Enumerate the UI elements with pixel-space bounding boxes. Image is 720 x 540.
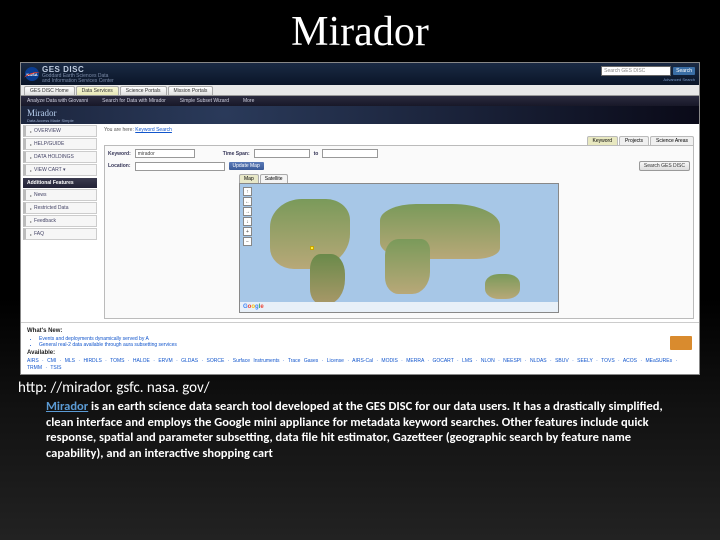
map-tab-satellite[interactable]: Satellite <box>260 174 288 183</box>
subnav-ssw[interactable]: Simple Subset Wizard <box>180 98 229 104</box>
slide-description: Mirador is an earth science data search … <box>0 399 720 462</box>
tab-projects[interactable]: Projects <box>619 136 649 145</box>
tab-mission-portals[interactable]: Mission Portals <box>168 86 214 95</box>
site-search-input[interactable]: Search GES DISC <box>601 66 671 76</box>
map-controls: ↑ ← → ↓ + − <box>243 187 252 246</box>
app-screenshot: NASA GES DISC Goddard Earth Sciences Dat… <box>20 62 700 375</box>
subnav-more[interactable]: More <box>243 98 254 104</box>
keyword-input[interactable]: mirador <box>135 149 195 158</box>
sidebar-item-faq[interactable]: FAQ <box>23 228 97 240</box>
sidebar-features-head: Additional Features <box>23 178 97 188</box>
pan-left-icon[interactable]: ← <box>243 197 252 206</box>
sidebar-item-feedback[interactable]: Feedback <box>23 215 97 227</box>
site-header: NASA GES DISC Goddard Earth Sciences Dat… <box>21 63 699 85</box>
main-content: You are here: Keyword Search Keyword Pro… <box>99 124 699 322</box>
app-title-bar: Mirador Data Access Made Simple <box>21 106 699 124</box>
location-label: Location: <box>108 163 131 169</box>
sidebar-item-help[interactable]: HELP/GUIDE <box>23 138 97 150</box>
brand-subtitle: Goddard Earth Sciences Dataand Informati… <box>42 74 114 84</box>
subnav-giovanni[interactable]: Analyze Data with Giovanni <box>27 98 88 104</box>
zoom-out-icon[interactable]: − <box>243 237 252 246</box>
app-footer: What's New: Events and deployments dynam… <box>21 322 699 374</box>
search-button[interactable]: Search GES DISC <box>639 161 690 171</box>
pan-right-icon[interactable]: → <box>243 207 252 216</box>
mirador-link[interactable]: Mirador <box>46 399 88 414</box>
world-map[interactable]: ↑ ← → ↓ + − Google <box>239 183 559 313</box>
tab-science-portals[interactable]: Science Portals <box>120 86 167 95</box>
sidebar-item-cart[interactable]: VIEW CART ▾ <box>23 164 97 176</box>
app-subtitle: Data Access Made Simple <box>27 118 693 123</box>
slide-url: http: //mirador. gsfc. nasa. gov/ <box>0 375 720 399</box>
whats-new-head: What's New: <box>27 328 693 334</box>
secondary-nav: Analyze Data with Giovanni Search for Da… <box>21 96 699 106</box>
advanced-search-link[interactable]: Advanced Search <box>601 77 695 82</box>
nasa-logo-icon: NASA <box>25 67 39 81</box>
breadcrumb-link[interactable]: Keyword Search <box>135 127 172 133</box>
tab-keyword[interactable]: Keyword <box>587 136 618 145</box>
search-panel: Keyword: mirador Time Span: to Location:… <box>104 145 694 319</box>
pan-down-icon[interactable]: ↓ <box>243 217 252 226</box>
zoom-in-icon[interactable]: + <box>243 227 252 236</box>
map-marker-icon <box>310 246 314 250</box>
tab-science-areas[interactable]: Science Areas <box>650 136 694 145</box>
time-end-input[interactable] <box>322 149 378 158</box>
app-title: Mirador <box>27 108 693 118</box>
update-map-button[interactable]: Update Map <box>229 162 264 170</box>
sidebar: OVERVIEW HELP/GUIDE DATA HOLDINGS VIEW C… <box>21 124 99 322</box>
to-label: to <box>314 151 319 157</box>
breadcrumb: You are here: Keyword Search <box>104 127 694 133</box>
slide-title: Mirador <box>0 0 720 60</box>
google-logo-icon: Google <box>243 304 264 310</box>
site-search-button[interactable]: Search <box>673 67 695 75</box>
subnav-mirador[interactable]: Search for Data with Mirador <box>102 98 166 104</box>
available-datasets[interactable]: AIRS · CMI · MLS · HIRDLS · TOMS · HALOE… <box>27 358 693 371</box>
sidebar-item-news[interactable]: News <box>23 189 97 201</box>
available-head: Available: <box>27 350 693 356</box>
badge-icon <box>670 336 692 350</box>
primary-nav: GES DISC Home Data Services Science Port… <box>21 85 699 96</box>
tab-data-services[interactable]: Data Services <box>76 86 119 95</box>
sidebar-item-overview[interactable]: OVERVIEW <box>23 125 97 137</box>
pan-up-icon[interactable]: ↑ <box>243 187 252 196</box>
time-start-input[interactable] <box>254 149 310 158</box>
sidebar-item-holdings[interactable]: DATA HOLDINGS <box>23 151 97 163</box>
news-link[interactable]: General real-2 data available through au… <box>39 342 693 348</box>
tab-home[interactable]: GES DISC Home <box>24 86 75 95</box>
timespan-label: Time Span: <box>223 151 250 157</box>
sidebar-item-restricted[interactable]: Restricted Data <box>23 202 97 214</box>
location-input[interactable] <box>135 162 225 171</box>
map-tab-map[interactable]: Map <box>239 174 259 183</box>
keyword-label: Keyword: <box>108 151 131 157</box>
